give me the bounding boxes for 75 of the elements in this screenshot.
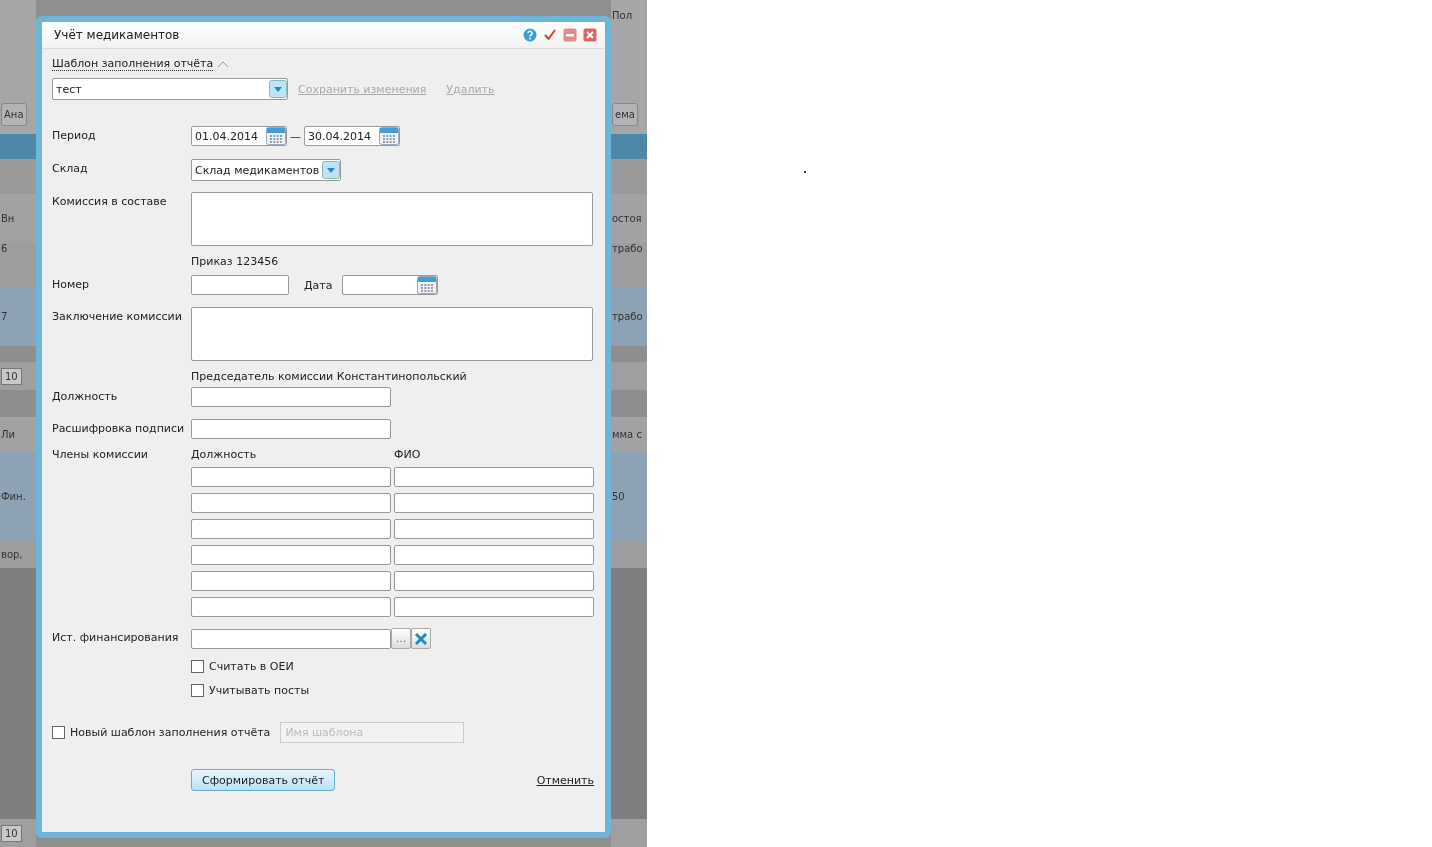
- input-field[interactable]: [191, 467, 391, 487]
- input-field[interactable]: [191, 628, 391, 649]
- table-cell: 7: [1, 311, 8, 323]
- input-field[interactable]: [191, 493, 391, 513]
- field-label: Дата: [304, 278, 333, 292]
- input-field[interactable]: [191, 419, 391, 439]
- input-field[interactable]: [191, 571, 391, 591]
- calendar-icon[interactable]: [379, 127, 399, 145]
- checkbox-label: Учитывать посты: [209, 684, 310, 697]
- text-area[interactable]: [191, 192, 593, 246]
- window-title: Учёт медикаментов: [54, 28, 180, 42]
- field-label: Номер: [52, 277, 91, 291]
- column-header: ФИО: [394, 448, 422, 461]
- checkbox[interactable]: [191, 684, 204, 697]
- input-field[interactable]: [394, 467, 594, 487]
- input-field[interactable]: [394, 545, 594, 565]
- table-cell-text: трабо: [612, 243, 644, 255]
- column-header: остоя: [612, 213, 642, 224]
- calendar-icon[interactable]: [266, 127, 286, 145]
- input-field[interactable]: [191, 519, 391, 539]
- input-field[interactable]: [394, 493, 594, 513]
- page-size-field: 10: [1, 367, 22, 385]
- field-label: Расшифровка подписи: [52, 421, 186, 435]
- close-icon[interactable]: [583, 28, 597, 42]
- order-caption: Приказ 123456: [191, 255, 280, 268]
- template-toggle[interactable]: Шаблон заполнения отчёта: [52, 57, 214, 71]
- table-cell: Фин.: [1, 491, 26, 502]
- input-field[interactable]: [394, 571, 594, 591]
- column-header: Ли: [1, 428, 16, 440]
- dash-separator: —: [290, 129, 301, 143]
- table-cell: трабо: [612, 311, 643, 323]
- pager-bar: [611, 362, 647, 391]
- table-cell: вор,: [1, 549, 23, 561]
- date-field[interactable]: 01.04.2014: [191, 126, 287, 146]
- input-field[interactable]: [191, 275, 289, 295]
- page-size-field: 10: [1, 824, 22, 842]
- text-area[interactable]: [191, 307, 593, 361]
- template-dropdown[interactable]: тест: [52, 78, 288, 100]
- dot-mark: [804, 171, 806, 173]
- date-field[interactable]: 30.04.2014: [304, 126, 400, 146]
- field-label: Должность: [52, 389, 119, 403]
- input-field[interactable]: [191, 597, 391, 617]
- minimize-icon[interactable]: [563, 28, 577, 42]
- help-icon[interactable]: [523, 28, 537, 42]
- column-header: мма с: [612, 428, 642, 440]
- input-field[interactable]: [191, 387, 391, 407]
- field-label: Склад: [52, 161, 89, 175]
- calendar-icon[interactable]: [417, 276, 438, 294]
- field-label: Период: [52, 128, 97, 142]
- tab-strip: [0, 134, 36, 159]
- field-label: Заключение комиссии: [52, 309, 183, 323]
- field-label: Ист. финансирования: [52, 630, 180, 644]
- table-cell: 50: [612, 491, 625, 502]
- table-cell-text: 6: [1, 243, 9, 255]
- column-header: Должность: [191, 448, 258, 463]
- input-field[interactable]: [191, 545, 391, 565]
- field-label: Комиссия в составе: [52, 194, 168, 208]
- tab-strip: [611, 134, 647, 159]
- field-label: Члены комиссии: [52, 448, 149, 461]
- table-row: [611, 541, 647, 568]
- checkmark-icon[interactable]: [543, 28, 557, 42]
- date-field[interactable]: [342, 275, 439, 295]
- cancel-link[interactable]: Отменить: [536, 773, 594, 787]
- input-field[interactable]: [394, 519, 594, 539]
- checkbox-label: Считать в ОЕИ: [209, 660, 294, 673]
- warehouse-dropdown[interactable]: Склад медикаментов: [191, 159, 342, 181]
- submit-button[interactable]: Сформировать отчёт: [191, 769, 336, 791]
- input-field[interactable]: [394, 597, 594, 617]
- column-header: Вн: [1, 213, 15, 224]
- pager-bar: [611, 819, 647, 847]
- chairman-caption: Председатель комиссии Константинопольский: [191, 370, 468, 383]
- checkbox-label: Новый шаблон заполнения отчёта: [70, 726, 271, 739]
- chevron-up-icon[interactable]: [217, 60, 230, 68]
- clear-icon[interactable]: [414, 631, 428, 646]
- checkbox[interactable]: [191, 660, 204, 673]
